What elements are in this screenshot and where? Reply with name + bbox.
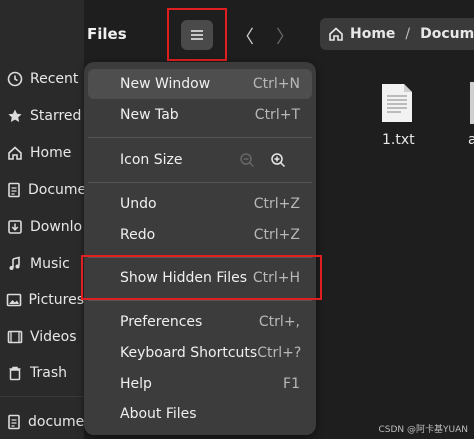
sidebar-item-trash[interactable]: Trash	[0, 357, 84, 389]
menu-item-shortcut: Ctrl+T	[254, 107, 300, 123]
sidebar-divider	[0, 396, 84, 397]
sidebar-item-documents[interactable]: Docume	[0, 174, 87, 206]
clock-icon	[6, 70, 24, 88]
music-icon	[6, 255, 24, 273]
menu-item-label: Preferences	[120, 314, 203, 330]
sidebar-item-label: Videos	[30, 329, 77, 345]
video-icon	[6, 328, 24, 346]
menu-item-label: Redo	[120, 227, 156, 243]
sidebar-item-label: Pictures	[28, 292, 84, 308]
sidebar-item-label: Starred	[30, 108, 82, 124]
sidebar-item-downloads[interactable]: Downlo	[0, 211, 84, 243]
forward-button[interactable]: 〉	[276, 23, 294, 49]
document-icon	[6, 181, 22, 199]
menu-item-shortcut: Ctrl+?	[257, 345, 302, 361]
star-icon	[6, 107, 24, 125]
menu-item-new-tab[interactable]: New Tab Ctrl+T	[88, 100, 312, 130]
menu-item-label: Undo	[120, 196, 157, 212]
sidebar-item-pictures[interactable]: Pictures	[0, 284, 84, 316]
zoom-out-icon[interactable]	[239, 152, 255, 168]
menu-item-shortcut: Ctrl+Z	[253, 196, 300, 212]
menu-item-label: Icon Size	[120, 152, 183, 168]
sidebar-item-music[interactable]: Music	[0, 248, 84, 280]
watermark: CSDN @阿卡基YUAN	[378, 425, 469, 435]
sidebar-item-home[interactable]: Home	[0, 137, 84, 169]
home-icon	[328, 26, 344, 42]
document-icon	[6, 413, 22, 431]
home-icon	[6, 144, 24, 162]
back-button[interactable]: 〈	[236, 23, 254, 49]
sidebar-item-starred[interactable]: Starred	[0, 100, 84, 132]
menu-item-new-window[interactable]: New Window Ctrl+N	[88, 69, 312, 99]
picture-icon	[6, 291, 23, 309]
download-icon	[6, 218, 24, 236]
menu-item-shortcut: Ctrl+,	[258, 314, 300, 330]
sidebar-item-label: docume	[28, 414, 85, 430]
menu-item-label: Keyboard Shortcuts	[120, 345, 258, 361]
file-icon[interactable]	[470, 82, 474, 124]
menu-item-label: New Tab	[120, 107, 179, 123]
annotation-highlight-menu-button	[167, 8, 227, 61]
path-segment-home[interactable]: Home	[350, 26, 395, 42]
menu-item-keyboard-shortcuts[interactable]: Keyboard Shortcuts Ctrl+?	[88, 338, 312, 368]
path-bar[interactable]: Home / Docume	[320, 18, 474, 50]
menu-item-shortcut: Ctrl+Z	[253, 227, 300, 243]
annotation-highlight-show-hidden-files	[81, 255, 322, 300]
menu-separator	[88, 300, 312, 301]
file-name[interactable]: a	[468, 132, 474, 148]
sidebar-item-label: Docume	[28, 182, 87, 198]
sidebar-item-bookmark-documents[interactable]: docume	[0, 406, 84, 438]
sidebar-item-label: Recent	[30, 71, 79, 87]
app-title: Files	[87, 25, 127, 43]
path-separator: /	[405, 26, 411, 42]
menu-item-help[interactable]: Help F1	[88, 369, 312, 399]
menu-item-label: Help	[120, 376, 152, 392]
sidebar-item-label: Trash	[30, 365, 67, 381]
main-menu-popover: New Window Ctrl+N New Tab Ctrl+T Icon Si…	[84, 62, 316, 435]
trash-icon	[6, 364, 24, 382]
menu-item-redo[interactable]: Redo Ctrl+Z	[88, 220, 312, 250]
menu-item-shortcut: F1	[283, 376, 300, 392]
file-name[interactable]: 1.txt	[382, 132, 415, 148]
sidebar-item-label: Downlo	[30, 219, 83, 235]
sidebar-item-videos[interactable]: Videos	[0, 321, 84, 353]
text-file-icon[interactable]	[380, 82, 414, 124]
sidebar-item-recent[interactable]: Recent	[0, 63, 84, 95]
sidebar-item-label: Home	[30, 145, 72, 161]
menu-item-preferences[interactable]: Preferences Ctrl+,	[88, 307, 312, 337]
menu-item-undo[interactable]: Undo Ctrl+Z	[88, 189, 312, 219]
menu-separator	[88, 182, 312, 183]
menu-separator	[88, 137, 312, 138]
sidebar-item-label: Music	[30, 256, 70, 272]
menu-item-label: About Files	[120, 406, 197, 422]
menu-item-label: New Window	[120, 76, 211, 92]
zoom-in-icon[interactable]	[270, 152, 286, 168]
menu-item-about-files[interactable]: About Files	[88, 399, 312, 429]
menu-item-shortcut: Ctrl+N	[252, 76, 300, 92]
path-segment-current[interactable]: Docume	[420, 26, 474, 42]
